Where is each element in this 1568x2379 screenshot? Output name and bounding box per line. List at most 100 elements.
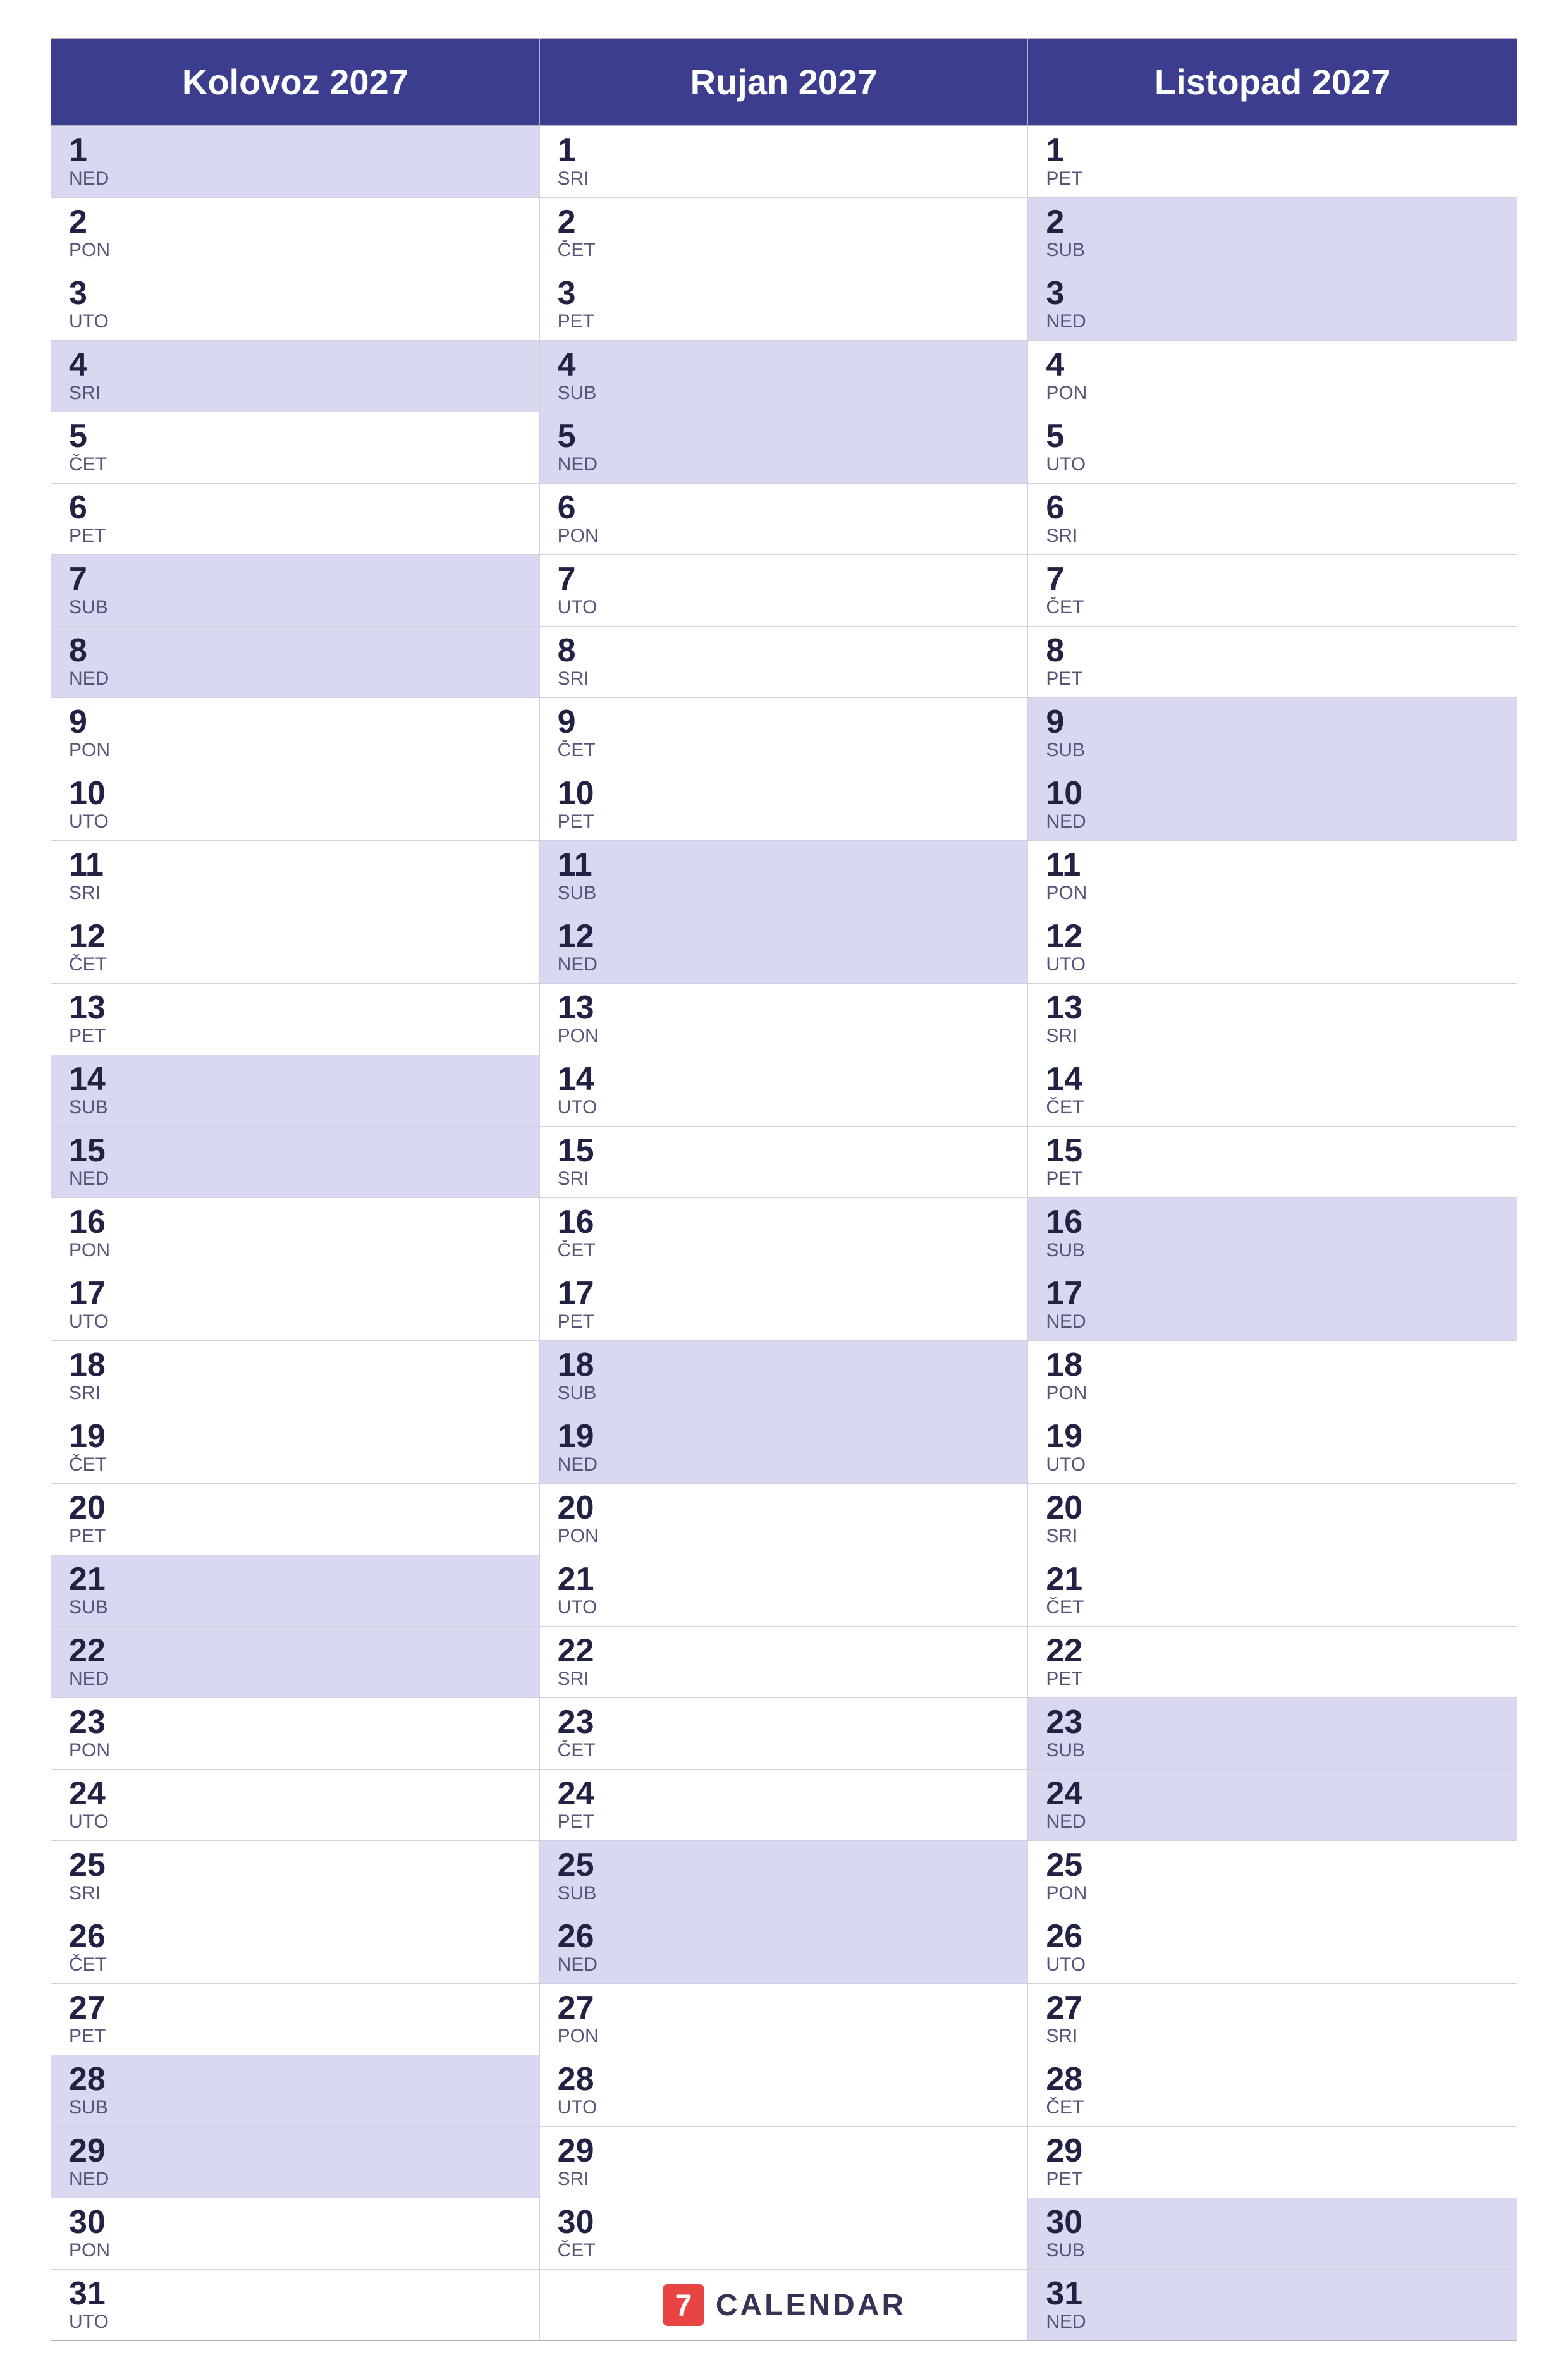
day-cell-listopad: 6SRI	[1028, 484, 1517, 554]
day-name: PET	[1046, 168, 1499, 190]
day-name: PET	[1046, 668, 1499, 690]
day-number: 7	[558, 563, 1010, 596]
day-cell-rujan: 20PON	[540, 1484, 1029, 1555]
day-row: 10UTO10PET10NED	[51, 769, 1517, 840]
day-name: SUB	[69, 597, 522, 618]
day-number: 14	[558, 1063, 1010, 1096]
day-number: 15	[1046, 1134, 1499, 1167]
day-name: UTO	[69, 1311, 522, 1333]
day-number: 29	[558, 2134, 1010, 2167]
day-cell-kolovoz: 14SUB	[51, 1055, 540, 1126]
day-name: SUB	[558, 883, 1010, 904]
day-cell-rujan: 7CALENDAR	[540, 2270, 1029, 2340]
day-row: 15NED15SRI15PET	[51, 1126, 1517, 1197]
day-cell-listopad: 15PET	[1028, 1127, 1517, 1197]
day-number: 9	[1046, 706, 1499, 738]
day-cell-kolovoz: 17UTO	[51, 1269, 540, 1340]
day-name: SUB	[1046, 1740, 1499, 1761]
day-number: 17	[69, 1277, 522, 1310]
day-cell-listopad: 3NED	[1028, 269, 1517, 340]
day-number: 16	[1046, 1206, 1499, 1238]
day-number: 20	[1046, 1491, 1499, 1524]
day-cell-listopad: 31NED	[1028, 2270, 1517, 2340]
day-name: NED	[1046, 1811, 1499, 1833]
day-cell-listopad: 4PON	[1028, 341, 1517, 412]
day-name: SRI	[69, 1883, 522, 1904]
day-number: 5	[69, 420, 522, 453]
day-number: 22	[1046, 1634, 1499, 1667]
day-row: 5ČET5NED5UTO	[51, 412, 1517, 483]
svg-text:7: 7	[675, 2289, 692, 2323]
day-row: 9PON9ČET9SUB	[51, 697, 1517, 769]
day-cell-listopad: 1PET	[1028, 126, 1517, 197]
day-number: 18	[558, 1349, 1010, 1381]
day-name: PON	[1046, 382, 1499, 404]
day-number: 30	[69, 2206, 522, 2239]
day-cell-kolovoz: 8NED	[51, 627, 540, 697]
day-number: 18	[1046, 1349, 1499, 1381]
day-cell-kolovoz: 21SUB	[51, 1555, 540, 1626]
day-cell-kolovoz: 2PON	[51, 198, 540, 269]
day-name: UTO	[1046, 454, 1499, 475]
day-name: SRI	[1046, 2026, 1499, 2047]
day-number: 23	[558, 1706, 1010, 1739]
day-number: 2	[1046, 205, 1499, 238]
day-number: 29	[69, 2134, 522, 2167]
day-cell-kolovoz: 7SUB	[51, 555, 540, 626]
day-name: ČET	[69, 454, 522, 475]
day-cell-listopad: 27SRI	[1028, 1984, 1517, 2055]
day-cell-listopad: 26UTO	[1028, 1912, 1517, 1983]
day-name: ČET	[558, 740, 1010, 761]
day-number: 2	[69, 205, 522, 238]
day-number: 30	[1046, 2206, 1499, 2239]
day-cell-listopad: 16SUB	[1028, 1198, 1517, 1269]
day-row: 4SRI4SUB4PON	[51, 340, 1517, 412]
day-row: 13PET13PON13SRI	[51, 983, 1517, 1055]
day-number: 8	[1046, 634, 1499, 667]
day-number: 26	[69, 1920, 522, 1953]
day-name: PET	[558, 1311, 1010, 1333]
day-number: 16	[69, 1206, 522, 1238]
day-number: 30	[558, 2206, 1010, 2239]
day-number: 3	[1046, 277, 1499, 310]
day-number: 11	[69, 848, 522, 881]
day-number: 6	[1046, 491, 1499, 524]
day-row: 20PET20PON20SRI	[51, 1483, 1517, 1555]
day-cell-rujan: 21UTO	[540, 1555, 1029, 1626]
day-row: 19ČET19NED19UTO	[51, 1412, 1517, 1483]
day-number: 23	[1046, 1706, 1499, 1739]
day-number: 26	[558, 1920, 1010, 1953]
day-number: 22	[558, 1634, 1010, 1667]
day-name: NED	[558, 1454, 1010, 1476]
day-number: 3	[69, 277, 522, 310]
day-number: 4	[69, 348, 522, 381]
day-name: PET	[558, 1811, 1010, 1833]
day-number: 12	[69, 920, 522, 953]
day-cell-kolovoz: 3UTO	[51, 269, 540, 340]
month-header-rujan: Rujan 2027	[540, 39, 1029, 125]
day-number: 28	[558, 2063, 1010, 2096]
day-row: 22NED22SRI22PET	[51, 1626, 1517, 1697]
day-name: ČET	[558, 240, 1010, 261]
day-cell-kolovoz: 11SRI	[51, 841, 540, 912]
day-cell-rujan: 7UTO	[540, 555, 1029, 626]
day-cell-kolovoz: 25SRI	[51, 1841, 540, 1912]
day-name: SUB	[558, 1883, 1010, 1904]
day-number: 6	[558, 491, 1010, 524]
day-name: UTO	[1046, 1954, 1499, 1976]
day-cell-kolovoz: 26ČET	[51, 1912, 540, 1983]
day-cell-listopad: 24NED	[1028, 1770, 1517, 1840]
day-cell-kolovoz: 10UTO	[51, 769, 540, 840]
day-name: PET	[69, 1526, 522, 1547]
day-number: 4	[558, 348, 1010, 381]
day-name: PET	[69, 1025, 522, 1047]
day-number: 14	[1046, 1063, 1499, 1096]
day-name: NED	[69, 1668, 522, 1690]
day-number: 24	[1046, 1777, 1499, 1810]
day-cell-rujan: 29SRI	[540, 2127, 1029, 2198]
day-row: 31UTO7CALENDAR31NED	[51, 2269, 1517, 2340]
day-name: ČET	[69, 1454, 522, 1476]
day-number: 4	[1046, 348, 1499, 381]
day-cell-listopad: 12UTO	[1028, 912, 1517, 983]
day-number: 5	[558, 420, 1010, 453]
